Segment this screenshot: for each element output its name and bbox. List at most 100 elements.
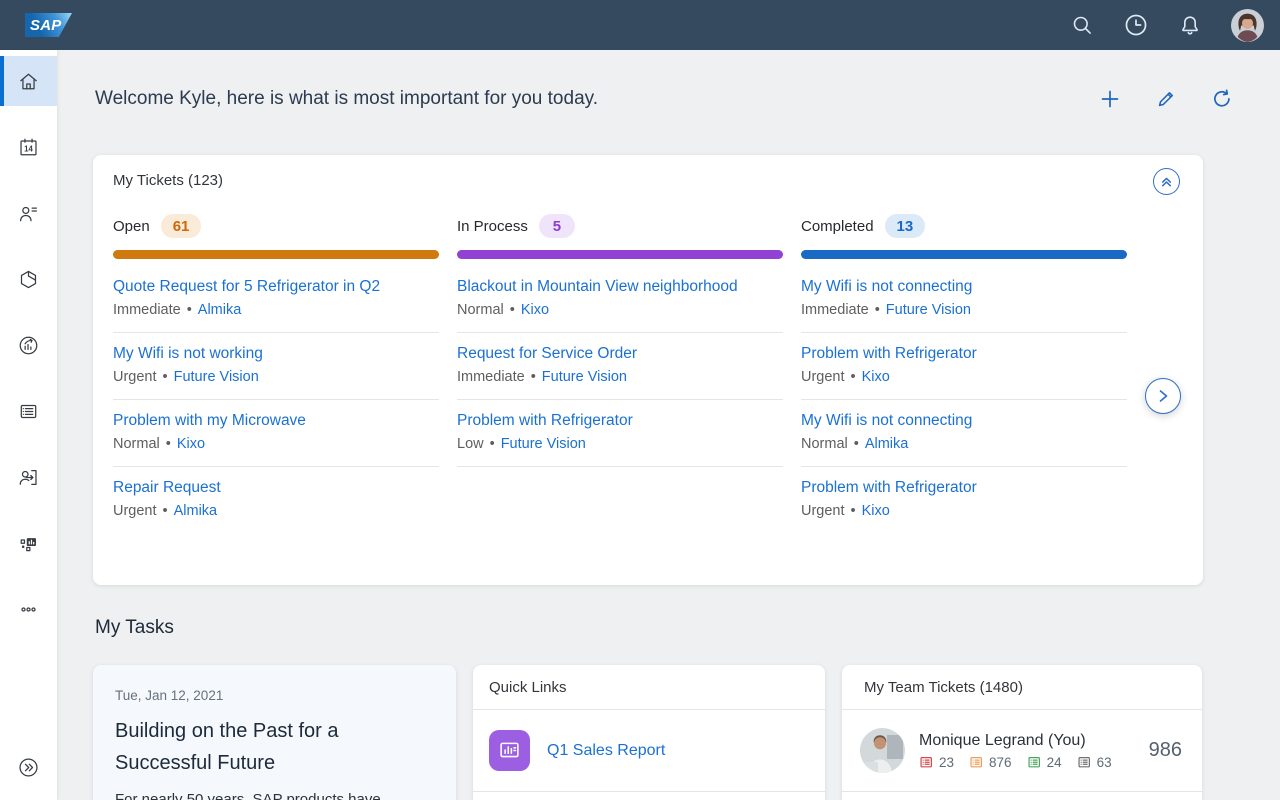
add-button[interactable] <box>1098 87 1122 111</box>
ticket-item: Blackout in Mountain View neighborhood N… <box>457 266 783 333</box>
ticket-title-link[interactable]: Problem with my Microwave <box>113 412 439 430</box>
bullet-separator: • <box>851 503 856 519</box>
sidebar-item-more[interactable] <box>0 584 57 634</box>
quick-links-card: Quick Links Q1 Sales Report <box>473 665 825 800</box>
ticket-count-value: 876 <box>989 755 1012 770</box>
svg-text:14: 14 <box>24 144 33 153</box>
ticket-account-link[interactable]: Almika <box>198 302 242 318</box>
ticket-subline: Immediate•Almika <box>113 302 439 318</box>
sidebar-item-home[interactable] <box>0 56 57 106</box>
ticket-priority: Urgent <box>113 503 157 519</box>
sidebar-expand-button[interactable] <box>0 742 57 792</box>
marketing-icon <box>17 334 40 357</box>
ticket-account-link[interactable]: Kixo <box>521 302 549 318</box>
home-icon <box>17 70 40 93</box>
sidebar-item-service-orders[interactable] <box>0 386 57 436</box>
ticket-title-link[interactable]: Request for Service Order <box>457 345 783 363</box>
ticket-title-link[interactable]: Problem with Refrigerator <box>457 412 783 430</box>
sidebar-item-contacts[interactable] <box>0 188 57 238</box>
my-tasks-heading: My Tasks <box>95 617 1280 639</box>
ticket-title-link[interactable]: Repair Request <box>113 479 439 497</box>
welcome-title: Welcome Kyle, here is what is most impor… <box>95 88 598 110</box>
sap-logo-text: SAP <box>30 17 61 34</box>
sidebar-spacer <box>0 650 57 742</box>
notifications-button[interactable] <box>1178 13 1202 37</box>
refresh-icon <box>1210 87 1234 111</box>
ticket-count-value: 24 <box>1047 755 1062 770</box>
ticket-title-link[interactable]: Quote Request for 5 Refrigerator in Q2 <box>113 278 439 296</box>
team-member-row[interactable]: Monique Legrand (You) 23 876 <box>842 710 1202 792</box>
ticket-priority: Urgent <box>801 503 845 519</box>
quick-link-label[interactable]: Q1 Sales Report <box>547 742 665 760</box>
ticket-subline: Urgent•Kixo <box>801 369 1127 385</box>
sidebar-item-visits[interactable] <box>0 452 57 502</box>
ticket-item: Problem with Refrigerator Urgent•Kixo <box>801 333 1127 400</box>
ticket-priority: Normal <box>113 436 160 452</box>
ticket-subline: Urgent•Future Vision <box>113 369 439 385</box>
user-avatar[interactable] <box>1231 9 1264 42</box>
sidebar-item-marketing[interactable] <box>0 320 57 370</box>
bell-icon <box>1178 13 1202 37</box>
ticket-account-link[interactable]: Kixo <box>862 369 890 385</box>
time-button[interactable] <box>1123 12 1149 38</box>
search-icon <box>1070 13 1094 37</box>
ticket-title-link[interactable]: My Wifi is not working <box>113 345 439 363</box>
ticket-count-icon <box>969 755 984 770</box>
collapse-card-button[interactable] <box>1153 168 1180 195</box>
sidebar-item-calendar[interactable]: 14 <box>0 122 57 172</box>
ticket-subline: Immediate•Future Vision <box>457 369 783 385</box>
ticket-item: Repair Request Urgent•Almika <box>113 467 439 533</box>
bullet-separator: • <box>875 302 880 318</box>
sidebar-item-products[interactable] <box>0 254 57 304</box>
news-title: Building on the Past for a Successful Fu… <box>115 715 434 779</box>
edit-button[interactable] <box>1155 88 1177 110</box>
status-row: In Process 5 <box>457 213 783 239</box>
my-tickets-title: My Tickets (123) <box>93 155 1203 189</box>
ticket-priority: Urgent <box>801 369 845 385</box>
ticket-account-link[interactable]: Kixo <box>862 503 890 519</box>
member-total-count: 986 <box>1149 739 1182 762</box>
ticket-item: Problem with my Microwave Normal•Kixo <box>113 400 439 467</box>
bullet-separator: • <box>854 436 859 452</box>
ticket-account-link[interactable]: Future Vision <box>886 302 971 318</box>
overflow-icon <box>17 598 40 621</box>
ticket-account-link[interactable]: Kixo <box>177 436 205 452</box>
ticket-count-value: 63 <box>1097 755 1112 770</box>
ticket-title-link[interactable]: Problem with Refrigerator <box>801 479 1127 497</box>
quick-link-item[interactable]: Q1 Sales Report <box>473 710 825 792</box>
clock-icon <box>1123 12 1149 38</box>
expand-sidebar-icon <box>17 756 40 779</box>
search-button[interactable] <box>1070 13 1094 37</box>
ticket-priority: Low <box>457 436 484 452</box>
ticket-item: My Wifi is not connecting Immediate•Futu… <box>801 266 1127 333</box>
ticket-account-link[interactable]: Future Vision <box>174 369 259 385</box>
calendar-icon: 14 <box>17 136 40 159</box>
ticket-title-link[interactable]: My Wifi is not connecting <box>801 278 1127 296</box>
ticket-title-link[interactable]: My Wifi is not connecting <box>801 412 1127 430</box>
ticket-priority: Urgent <box>113 369 157 385</box>
ticket-count-icon <box>1027 755 1042 770</box>
sidebar-item-analytics[interactable] <box>0 518 57 568</box>
ticket-item: Problem with Refrigerator Low•Future Vis… <box>457 400 783 467</box>
ticket-item: Quote Request for 5 Refrigerator in Q2 I… <box>113 266 439 333</box>
scroll-right-button[interactable] <box>1145 378 1181 414</box>
ticket-account-link[interactable]: Almika <box>865 436 909 452</box>
ticket-account-link[interactable]: Future Vision <box>501 436 586 452</box>
welcome-actions <box>1098 87 1234 111</box>
welcome-row: Welcome Kyle, here is what is most impor… <box>57 50 1280 148</box>
bar-chart-icon <box>498 739 521 762</box>
status-label: Open <box>113 218 150 235</box>
refresh-button[interactable] <box>1210 87 1234 111</box>
ticket-account-link[interactable]: Almika <box>174 503 218 519</box>
ticket-account-link[interactable]: Future Vision <box>542 369 627 385</box>
news-card[interactable]: Tue, Jan 12, 2021 Building on the Past f… <box>93 665 456 800</box>
ticket-count-gray: 63 <box>1077 755 1112 770</box>
ticket-title-link[interactable]: Problem with Refrigerator <box>801 345 1127 363</box>
sap-logo[interactable]: SAP <box>25 13 72 37</box>
ticket-title-link[interactable]: Blackout in Mountain View neighborhood <box>457 278 783 296</box>
ticket-priority: Immediate <box>457 369 525 385</box>
ticket-count-icon <box>1077 755 1092 770</box>
bullet-separator: • <box>187 302 192 318</box>
ticket-subline: Normal•Kixo <box>113 436 439 452</box>
ticket-subline: Normal•Almika <box>801 436 1127 452</box>
